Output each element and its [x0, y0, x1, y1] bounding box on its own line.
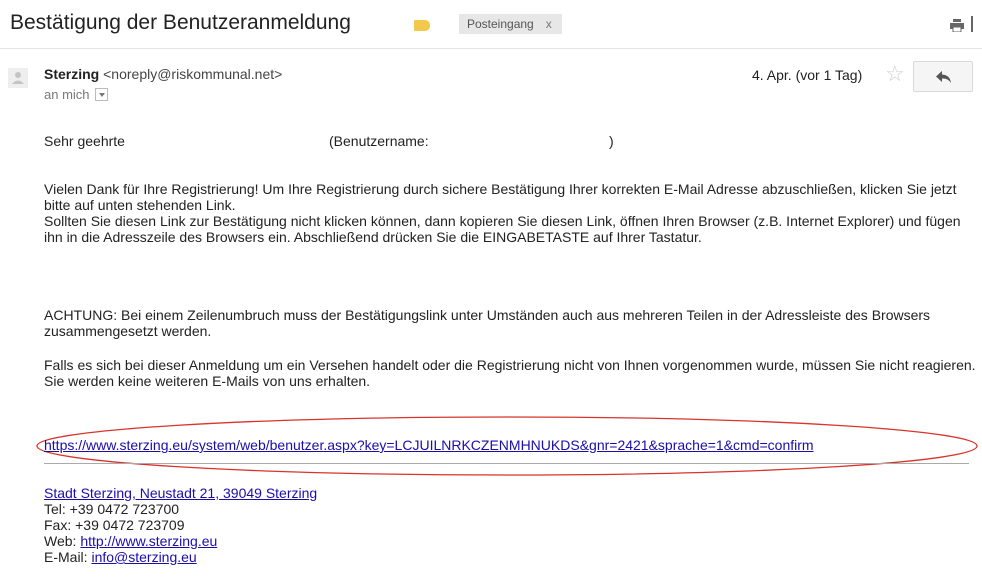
paragraph-ignore: Falls es sich bei dieser Anmeldung um ei… [44, 357, 976, 389]
signature-web-link[interactable]: http://www.sterzing.eu [80, 533, 217, 549]
label-chip-text: Posteingang [467, 17, 534, 31]
reply-arrow-icon [936, 71, 951, 83]
signature-divider [44, 463, 969, 464]
label-remove-button[interactable]: x [546, 17, 552, 31]
confirmation-link[interactable]: https://www.sterzing.eu/system/web/benut… [44, 437, 814, 453]
recipient-line: an mich [44, 87, 108, 102]
more-options-icon[interactable] [971, 16, 973, 32]
sender-name[interactable]: Sterzing [44, 66, 99, 82]
sender-email: <noreply@riskommunal.net> [103, 66, 283, 82]
print-icon[interactable] [950, 19, 964, 37]
signature-tel: Tel: +39 0472 723700 [44, 501, 180, 517]
greeting-username-label: (Benutzername: [329, 133, 429, 149]
divider [0, 48, 982, 49]
signature-fax: Fax: +39 0472 723709 [44, 517, 185, 533]
email-subject: Bestätigung der Benutzeranmeldung [10, 11, 351, 34]
recipient-text: an mich [44, 87, 90, 102]
label-chip-inbox[interactable]: Posteingang x [459, 14, 562, 34]
details-dropdown-button[interactable] [94, 88, 108, 102]
signature-email-label: E-Mail: [44, 549, 88, 565]
signature-web-label: Web: [44, 533, 77, 549]
important-label-icon[interactable] [414, 20, 430, 31]
reply-button[interactable] [913, 61, 973, 92]
signature-address-link[interactable]: Stadt Sterzing, Neustadt 21, 39049 Sterz… [44, 485, 317, 501]
signature: Stadt Sterzing, Neustadt 21, 39049 Sterz… [44, 485, 317, 565]
paragraph-text: Sollten Sie diesen Link zur Bestätigung … [44, 213, 961, 245]
person-avatar-icon [8, 68, 28, 88]
paragraph-warning: ACHTUNG: Bei einem Zeilenumbruch muss de… [44, 307, 931, 339]
sender-line: Sterzing <noreply@riskommunal.net> [44, 66, 282, 82]
subject-bar: Bestätigung der Benutzeranmeldung Postei… [0, 0, 982, 48]
email-date: 4. Apr. (vor 1 Tag) [752, 67, 863, 83]
paragraph-registration: Vielen Dank für Ihre Registrierung! Um I… [44, 181, 979, 245]
greeting-line: Sehr geehrte (Benutzername: ) [44, 133, 614, 149]
signature-email-link[interactable]: info@sterzing.eu [91, 549, 196, 565]
greeting-salutation: Sehr geehrte [44, 133, 125, 149]
paragraph-text: Vielen Dank für Ihre Registrierung! Um I… [44, 181, 957, 213]
star-icon[interactable]: ☆ [885, 61, 905, 87]
greeting-close-paren: ) [609, 133, 614, 149]
